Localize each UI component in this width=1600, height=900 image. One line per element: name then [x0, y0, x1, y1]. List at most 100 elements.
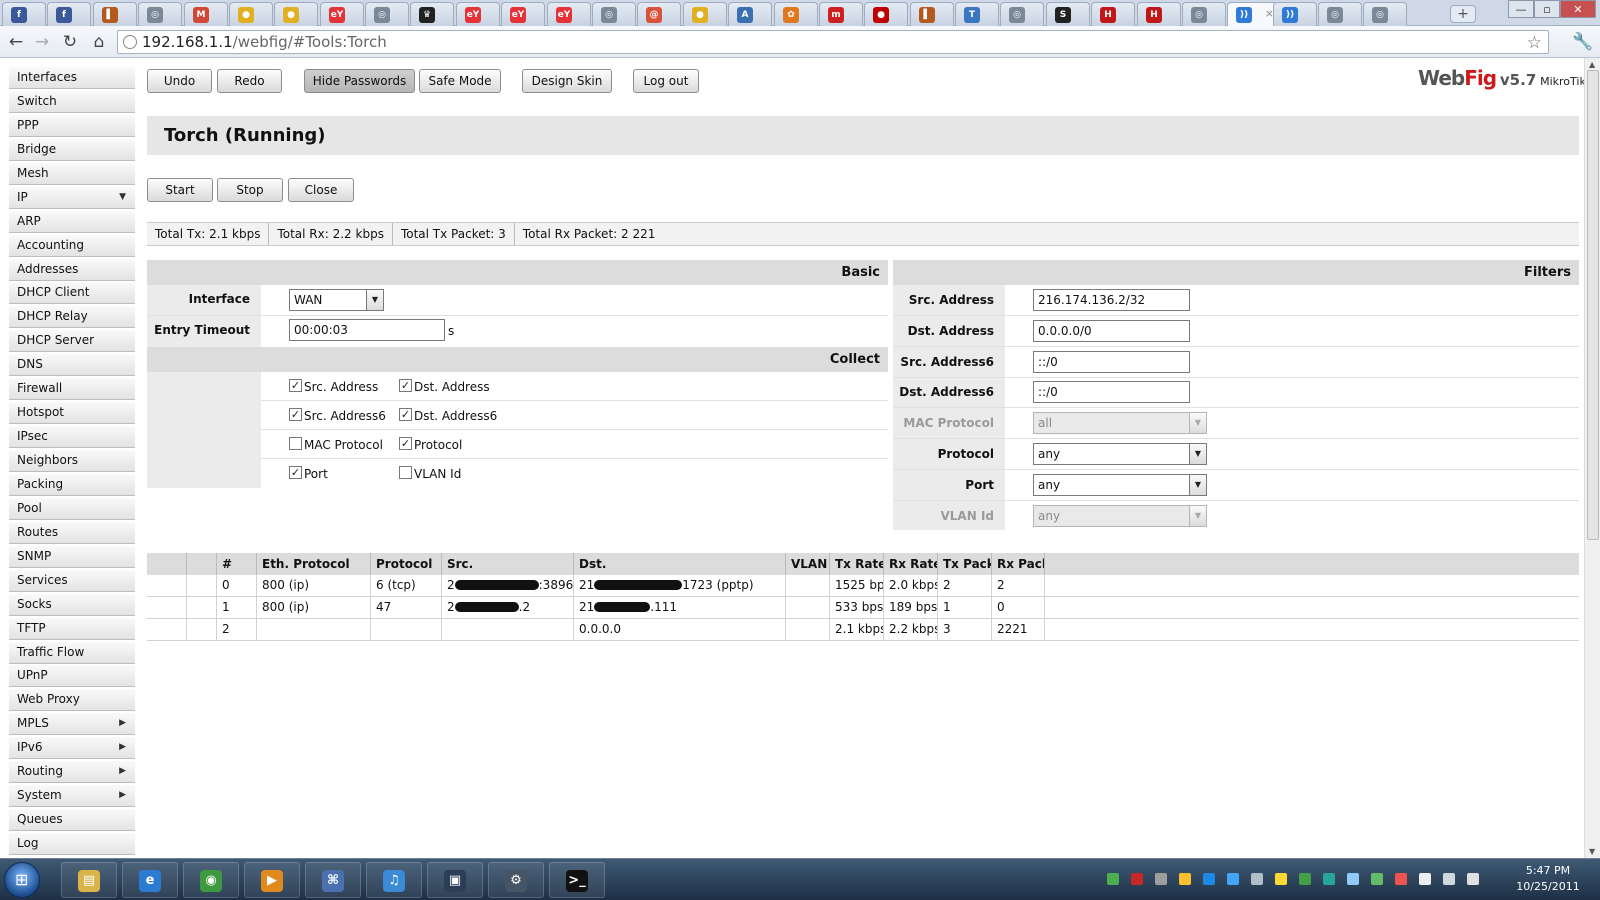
- tray-icon[interactable]: [1299, 873, 1311, 885]
- chevron-down-icon[interactable]: ▼: [366, 289, 384, 311]
- browser-tab[interactable]: ●: [864, 2, 908, 26]
- tray-icon[interactable]: [1251, 873, 1263, 885]
- browser-tab[interactable]: ●: [683, 2, 727, 26]
- browser-tab[interactable]: ◎: [1000, 2, 1044, 26]
- scroll-thumb[interactable]: [1587, 70, 1599, 540]
- new-tab-button[interactable]: +: [1450, 5, 1476, 23]
- sidebar-item-switch[interactable]: Switch: [9, 90, 135, 113]
- browser-tab[interactable]: eY: [320, 2, 364, 26]
- dst-address6-checkbox[interactable]: ✓: [399, 408, 412, 421]
- vertical-scrollbar[interactable]: ▲ ▼: [1584, 58, 1600, 858]
- sidebar-item-addresses[interactable]: Addresses: [9, 258, 135, 281]
- bookmark-star-icon[interactable]: ☆: [1527, 32, 1542, 54]
- taskbar-internet-explorer-button[interactable]: e: [122, 862, 178, 898]
- taskbar-network-app-button[interactable]: ⌘: [305, 862, 361, 898]
- dst-address6-input[interactable]: ::/0: [1033, 381, 1190, 404]
- chevron-down-icon[interactable]: ▼: [1189, 473, 1207, 496]
- column-header[interactable]: Rx Rate: [884, 553, 938, 575]
- maximize-button[interactable]: ▫: [1534, 0, 1560, 18]
- sidebar-item-pool[interactable]: Pool: [9, 497, 135, 520]
- sidebar-item-routes[interactable]: Routes: [9, 521, 135, 544]
- browser-tab[interactable]: ✿: [774, 2, 818, 26]
- tray-icon[interactable]: [1347, 873, 1359, 885]
- browser-tab[interactable]: A: [728, 2, 772, 26]
- taskbar-command-prompt-button[interactable]: >_: [549, 862, 605, 898]
- port-checkbox[interactable]: ✓: [289, 466, 302, 479]
- sidebar-item-neighbors[interactable]: Neighbors: [9, 450, 135, 472]
- chevron-down-icon[interactable]: ▼: [1189, 443, 1207, 465]
- sidebar-item-ipsec[interactable]: IPsec: [9, 426, 135, 449]
- browser-tab[interactable]: ◎: [365, 2, 409, 26]
- sidebar-item-system[interactable]: System ▶: [9, 785, 135, 808]
- sidebar-item-upnp[interactable]: UPnP: [9, 665, 135, 688]
- column-header[interactable]: [147, 553, 187, 575]
- home-icon[interactable]: ⌂: [89, 32, 109, 52]
- browser-tab[interactable]: T: [955, 2, 999, 26]
- browser-tab[interactable]: ▌: [910, 2, 954, 26]
- sidebar-item-ipv6[interactable]: IPv6 ▶: [9, 737, 135, 760]
- tray-icon[interactable]: [1419, 873, 1431, 885]
- browser-tab[interactable]: ◎: [1182, 2, 1226, 26]
- src-address-checkbox[interactable]: ✓: [289, 379, 302, 392]
- browser-tab[interactable]: @: [637, 2, 681, 26]
- sidebar-item-dhcp-server[interactable]: DHCP Server: [9, 330, 135, 353]
- src-address6-checkbox[interactable]: ✓: [289, 408, 302, 421]
- column-header[interactable]: Tx Pack: [938, 553, 992, 575]
- sidebar-item-hotspot[interactable]: Hotspot: [9, 402, 135, 425]
- browser-tab[interactable]: ◎: [138, 2, 182, 26]
- interface-select[interactable]: WAN: [289, 289, 367, 311]
- sidebar-item-packing[interactable]: Packing: [9, 473, 135, 496]
- sidebar-item-firewall[interactable]: Firewall: [9, 378, 135, 401]
- src-address6-input[interactable]: ::/0: [1033, 350, 1190, 373]
- column-header[interactable]: Src.: [442, 553, 574, 575]
- browser-tab[interactable]: f: [2, 2, 46, 26]
- sidebar-item-dhcp-relay[interactable]: DHCP Relay: [9, 306, 135, 329]
- browser-tab[interactable]: eY: [547, 2, 591, 26]
- taskbar-steam-button[interactable]: ⚙: [488, 862, 544, 898]
- browser-tab[interactable]: ◎: [1363, 2, 1407, 26]
- mac-protocol-checkbox[interactable]: [289, 437, 302, 450]
- protocol-select[interactable]: any: [1033, 443, 1190, 465]
- reload-icon[interactable]: ↻: [60, 32, 80, 52]
- sidebar-item-socks[interactable]: Socks: [9, 593, 135, 616]
- dst-address-checkbox[interactable]: ✓: [399, 379, 412, 392]
- page-info-icon[interactable]: [123, 35, 137, 49]
- browser-tab[interactable]: H: [1137, 2, 1181, 26]
- taskbar-video-app-button[interactable]: ▣: [427, 862, 483, 898]
- sidebar-item-tftp[interactable]: TFTP: [9, 617, 135, 640]
- scroll-up-icon[interactable]: ▲: [1589, 60, 1595, 69]
- browser-tab[interactable]: ●: [229, 2, 273, 26]
- tray-icon[interactable]: [1395, 873, 1407, 885]
- vlan-id-checkbox[interactable]: [399, 466, 412, 479]
- sidebar-item-arp[interactable]: ARP: [9, 210, 135, 233]
- tray-icon[interactable]: [1227, 873, 1239, 885]
- column-header[interactable]: [187, 553, 217, 575]
- browser-tab[interactable]: M: [184, 2, 228, 26]
- browser-tab[interactable]: S: [1046, 2, 1090, 26]
- browser-tab[interactable]: eY: [501, 2, 545, 26]
- dst-address-input[interactable]: 0.0.0.0/0: [1033, 319, 1190, 342]
- column-header[interactable]: Protocol: [371, 553, 442, 575]
- sidebar-item-dhcp-client[interactable]: DHCP Client: [9, 282, 135, 305]
- column-header[interactable]: Eth. Protocol: [257, 553, 371, 575]
- address-bar[interactable]: 192.168.1.1/webfig/#Tools:Torch ☆: [117, 30, 1549, 54]
- sidebar-item-ip[interactable]: IP ▼: [9, 186, 135, 209]
- column-header[interactable]: Dst.: [574, 553, 786, 575]
- sidebar-item-ppp[interactable]: PPP: [9, 114, 135, 137]
- sidebar-item-snmp[interactable]: SNMP: [9, 545, 135, 568]
- browser-tab[interactable]: ♛: [410, 2, 454, 26]
- sidebar-item-dns[interactable]: DNS: [9, 354, 135, 377]
- tray-icon[interactable]: [1275, 873, 1287, 885]
- tray-icon[interactable]: [1155, 873, 1167, 885]
- browser-tab[interactable]: ▌: [93, 2, 137, 26]
- tray-icon[interactable]: [1131, 873, 1143, 885]
- back-icon[interactable]: ←: [6, 32, 26, 52]
- tray-icon[interactable]: [1443, 873, 1455, 885]
- browser-tab[interactable]: m: [819, 2, 863, 26]
- sidebar-item-bridge[interactable]: Bridge: [9, 138, 135, 161]
- taskbar-media-player-button[interactable]: ▶: [244, 862, 300, 898]
- sidebar-item-services[interactable]: Services: [9, 569, 135, 592]
- src-address-input[interactable]: 216.174.136.2/32: [1033, 289, 1190, 311]
- minimize-button[interactable]: —: [1508, 0, 1534, 18]
- browser-tab[interactable]: ◎: [1318, 2, 1362, 26]
